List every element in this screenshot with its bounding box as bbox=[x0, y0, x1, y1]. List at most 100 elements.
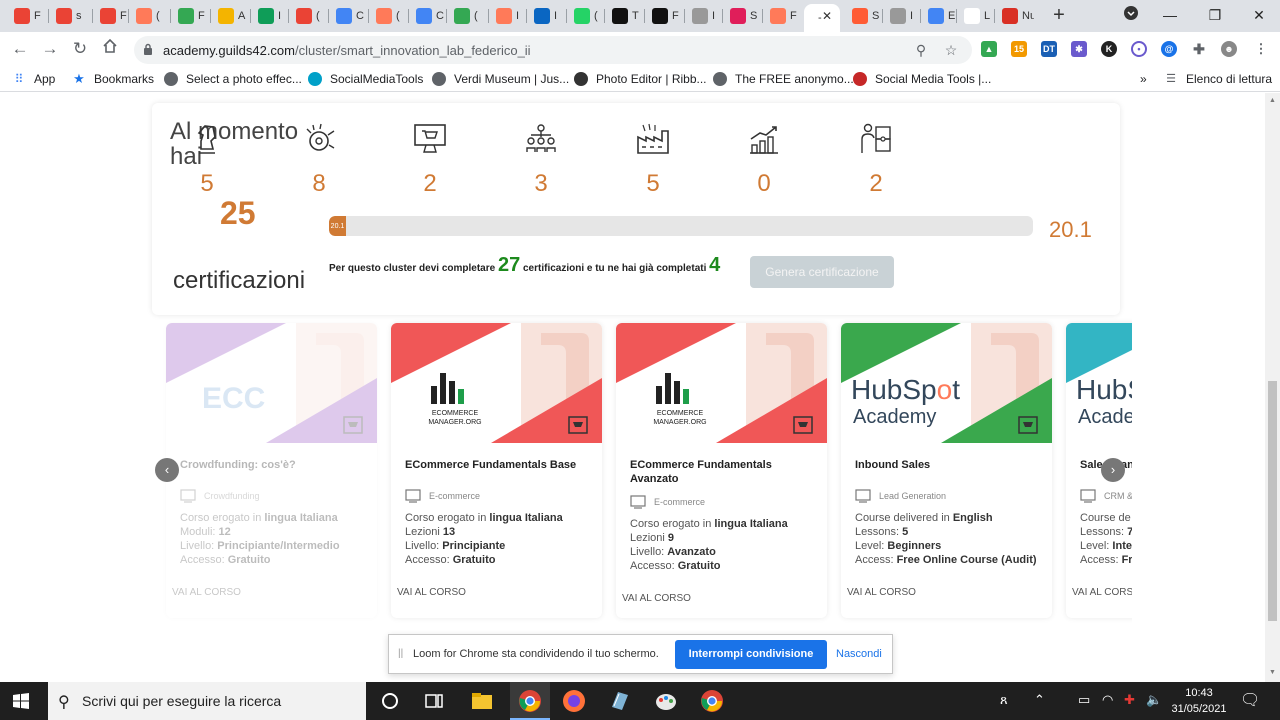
battery-icon[interactable]: ▭ bbox=[1078, 692, 1090, 708]
reload-button[interactable]: ↻ bbox=[69, 38, 91, 60]
bookmark-item[interactable]: SocialMediaTools bbox=[308, 71, 423, 87]
taskbar-search-box[interactable]: ⚲ Scrivi qui per eseguire la ricerca bbox=[48, 682, 366, 720]
browser-tab[interactable]: S bbox=[724, 4, 762, 28]
generate-certification-button[interactable]: Genera certificazione bbox=[750, 256, 894, 288]
browser-tab[interactable]: F bbox=[646, 4, 684, 28]
browser-tab[interactable]: I bbox=[884, 4, 922, 28]
drive-extension-icon[interactable]: ▲ bbox=[981, 41, 997, 57]
go-to-course-link[interactable]: VAI AL CORSO bbox=[397, 587, 466, 598]
puzzle-extensions-icon[interactable]: ✚ bbox=[1191, 41, 1207, 57]
maximize-button[interactable]: ❐ bbox=[1195, 3, 1235, 27]
new-tab-button[interactable]: + bbox=[1049, 5, 1069, 26]
browser-tab[interactable]: Nuo bbox=[996, 4, 1034, 28]
address-bar[interactable]: academy.guilds42.com/cluster/smart_innov… bbox=[134, 36, 972, 64]
go-to-course-link[interactable]: VAI AL CORS bbox=[1072, 587, 1132, 598]
bookmark-star-icon[interactable]: ☆ bbox=[942, 41, 960, 59]
browser-tab[interactable]: E bbox=[922, 4, 960, 28]
browser-tab[interactable]: ( bbox=[568, 4, 606, 28]
browser-tab[interactable]: C bbox=[410, 4, 448, 28]
course-card[interactable]: ECOMMERCE MANAGER.ORG ECommerce Fundamenta… bbox=[616, 323, 827, 618]
go-to-course-link[interactable]: VAI AL CORSO bbox=[847, 587, 916, 598]
forward-button[interactable]: → bbox=[39, 38, 61, 60]
bookmark-item[interactable]: ★ Bookmarks bbox=[72, 71, 154, 87]
browser-tab[interactable]: F bbox=[8, 4, 46, 28]
more-bookmarks-button[interactable]: » bbox=[1140, 71, 1147, 87]
task-view-icon[interactable] bbox=[422, 689, 446, 713]
bookmark-item[interactable]: ⠿ App bbox=[12, 71, 56, 87]
volume-icon[interactable]: 🔈 bbox=[1146, 692, 1162, 708]
tray-chevron-icon[interactable]: ⌃ bbox=[1034, 692, 1045, 708]
k-extension-icon[interactable]: K bbox=[1101, 41, 1117, 57]
chrome-secondary-icon[interactable] bbox=[700, 689, 724, 713]
firefox-icon[interactable] bbox=[562, 689, 586, 713]
browser-tab[interactable]: F bbox=[764, 4, 802, 28]
file-explorer-icon[interactable] bbox=[470, 689, 494, 713]
extension-badge-icon[interactable]: 15 bbox=[1011, 41, 1027, 57]
system-clock[interactable]: 10:43 31/05/2021 bbox=[1170, 685, 1228, 717]
browser-tab[interactable]: I bbox=[490, 4, 528, 28]
browser-tab[interactable]: I bbox=[252, 4, 290, 28]
page-scrollbar[interactable]: ▲ ▼ bbox=[1265, 93, 1280, 682]
course-title[interactable]: ECommerce Fundamentals Avanzato bbox=[630, 458, 815, 486]
menu-kebab-icon[interactable]: ⋮ bbox=[1253, 41, 1269, 57]
go-to-course-link[interactable]: VAI AL CORSO bbox=[172, 587, 241, 598]
course-card[interactable]: HubSpot Academy Inbound Sales Lead Generati… bbox=[841, 323, 1052, 618]
browser-tab[interactable]: C bbox=[330, 4, 368, 28]
carousel-prev-button[interactable]: ‹ bbox=[155, 458, 179, 482]
course-title[interactable]: Crowdfunding: cos'è? bbox=[180, 458, 365, 472]
zoom-icon[interactable]: ⚲ bbox=[912, 41, 930, 59]
paint-app-icon[interactable] bbox=[654, 689, 678, 713]
browser-tab[interactable]: A bbox=[212, 4, 250, 28]
course-title[interactable]: Inbound Sales bbox=[855, 458, 1040, 472]
tab-separator bbox=[368, 9, 369, 23]
back-button[interactable]: ← bbox=[9, 38, 31, 60]
browser-tab[interactable]: ( bbox=[448, 4, 486, 28]
browser-tab[interactable]: L bbox=[958, 4, 996, 28]
profile-avatar[interactable]: ☻ bbox=[1221, 41, 1237, 57]
bookmark-item[interactable]: Verdi Museum | Jus... bbox=[432, 71, 569, 87]
close-window-button[interactable]: ✕ bbox=[1239, 3, 1279, 27]
wifi-icon[interactable]: ◠ bbox=[1102, 692, 1113, 708]
carousel-next-button[interactable]: › bbox=[1101, 458, 1125, 482]
minimize-button[interactable]: — bbox=[1150, 3, 1190, 27]
at-extension-icon[interactable]: @ bbox=[1161, 41, 1177, 57]
browser-tab[interactable]: - ✕ bbox=[804, 4, 840, 32]
dt-extension-icon[interactable]: DT bbox=[1041, 41, 1057, 57]
bookmark-item[interactable]: Photo Editor | Ribb... bbox=[574, 71, 707, 87]
notifications-icon[interactable]: 🗨 bbox=[1240, 690, 1260, 710]
loom-extension-icon[interactable]: • bbox=[1131, 41, 1147, 57]
scrollbar-thumb[interactable] bbox=[1268, 381, 1277, 621]
browser-tab[interactable]: F bbox=[172, 4, 210, 28]
browser-tab[interactable]: ( bbox=[130, 4, 168, 28]
drag-handle-icon[interactable]: || bbox=[398, 648, 403, 659]
cortana-icon[interactable] bbox=[378, 689, 402, 713]
course-card[interactable]: ECOMMERCE MANAGER.ORG ECommerce Fundamenta… bbox=[391, 323, 602, 618]
notes-app-icon[interactable] bbox=[608, 689, 632, 713]
browser-tab[interactable]: s bbox=[50, 4, 88, 28]
browser-tab[interactable]: F bbox=[94, 4, 132, 28]
hide-link[interactable]: Nascondi bbox=[836, 648, 882, 660]
browser-tab[interactable]: I bbox=[686, 4, 724, 28]
browser-tab[interactable]: T bbox=[606, 4, 644, 28]
course-title[interactable]: ECommerce Fundamentals Base bbox=[405, 458, 590, 472]
antivirus-icon[interactable]: ✚ bbox=[1124, 692, 1135, 708]
close-tab-icon[interactable]: ✕ bbox=[820, 9, 834, 23]
windows-start-icon[interactable] bbox=[13, 693, 29, 709]
bookmark-item[interactable]: Social Media Tools |... bbox=[853, 71, 991, 87]
go-to-course-link[interactable]: VAI AL CORSO bbox=[622, 593, 691, 604]
snowflake-extension-icon[interactable]: ✱ bbox=[1071, 41, 1087, 57]
tab-search-button[interactable] bbox=[1111, 3, 1151, 27]
people-icon[interactable]: ጸ bbox=[1000, 692, 1008, 708]
bookmark-item[interactable]: The FREE anonymo... bbox=[713, 71, 854, 87]
browser-tab[interactable]: ( bbox=[370, 4, 408, 28]
course-card[interactable]: ECC Crowdfunding: cos'è? Crowdfunding Corso… bbox=[166, 323, 377, 618]
chrome-taskbar-icon[interactable] bbox=[518, 689, 542, 713]
reading-list-button[interactable]: ☰ Elenco di lettura bbox=[1164, 71, 1272, 87]
browser-tab[interactable]: ( bbox=[290, 4, 328, 28]
browser-tab[interactable]: I bbox=[528, 4, 566, 28]
bookmark-item[interactable]: Select a photo effec... bbox=[164, 71, 302, 87]
stop-sharing-button[interactable]: Interrompi condivisione bbox=[675, 640, 827, 669]
chrome-window: + — ❐ ✕ Fs F (F A I (C (C (I I (T F I S F -✕ S I E L Nuo ← … bbox=[0, 0, 1280, 720]
home-button[interactable] bbox=[99, 38, 121, 60]
browser-tab[interactable]: S bbox=[846, 4, 884, 28]
